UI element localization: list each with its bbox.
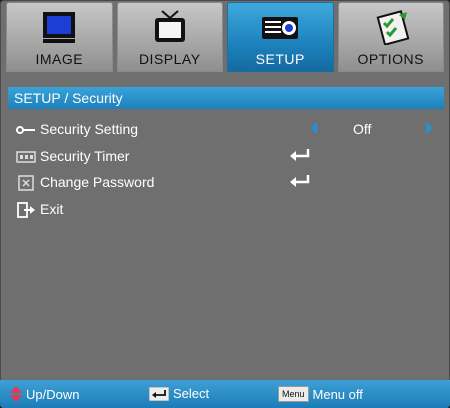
tab-display[interactable]: DISPLAY (116, 2, 223, 72)
enter-key-icon (149, 386, 169, 401)
exit-icon (17, 202, 35, 218)
osd-menu: IMAGE DISPLAY SETUP OPTIONS SETUP / Secu… (0, 0, 450, 408)
tab-options[interactable]: OPTIONS (337, 2, 444, 72)
tab-bar: IMAGE DISPLAY SETUP OPTIONS (4, 2, 446, 74)
footer-menuoff-label: Menu off (312, 386, 363, 402)
menu-item-label: Security Timer (40, 148, 130, 164)
tab-label: IMAGE (35, 51, 84, 67)
menu-item-security-setting[interactable]: Security Setting Off (14, 119, 444, 141)
key-icon (16, 126, 35, 134)
timer-icon (16, 151, 36, 163)
menu-item-exit[interactable]: Exit (14, 199, 444, 221)
monitor-icon (43, 12, 76, 43)
menu-item-label: Change Password (40, 174, 155, 190)
enter-icon (290, 175, 310, 187)
tab-label: SETUP (255, 51, 305, 67)
tab-image[interactable]: IMAGE (6, 2, 113, 72)
password-icon (18, 175, 34, 191)
tab-label: OPTIONS (357, 51, 424, 67)
footer-help-bar: Up/Down Select Menu Menu off (0, 380, 450, 408)
updown-arrows-icon (10, 386, 22, 402)
menu-item-security-timer[interactable]: Security Timer (14, 146, 444, 168)
enter-icon (290, 149, 310, 161)
menu-item-label: Exit (40, 201, 64, 217)
footer-updown-label: Up/Down (26, 386, 80, 402)
footer-select: Select (149, 386, 209, 401)
menu-item-label: Security Setting (40, 121, 139, 137)
footer-updown: Up/Down (10, 386, 79, 402)
projector-icon (262, 17, 299, 39)
tv-icon (154, 10, 185, 42)
arrow-right-icon[interactable] (426, 122, 433, 134)
checklist-icon (376, 10, 410, 45)
section-header: SETUP / Security (8, 87, 444, 109)
tab-label: DISPLAY (138, 51, 201, 67)
footer-select-label: Select (173, 386, 210, 401)
footer-menuoff: Menu Menu off (278, 386, 363, 402)
tab-setup[interactable]: SETUP (227, 2, 334, 72)
arrow-left-icon[interactable] (310, 122, 317, 134)
menu-key-icon: Menu (278, 386, 309, 402)
menu-item-change-password[interactable]: Change Password (14, 172, 444, 194)
security-setting-value: Off (353, 121, 372, 137)
